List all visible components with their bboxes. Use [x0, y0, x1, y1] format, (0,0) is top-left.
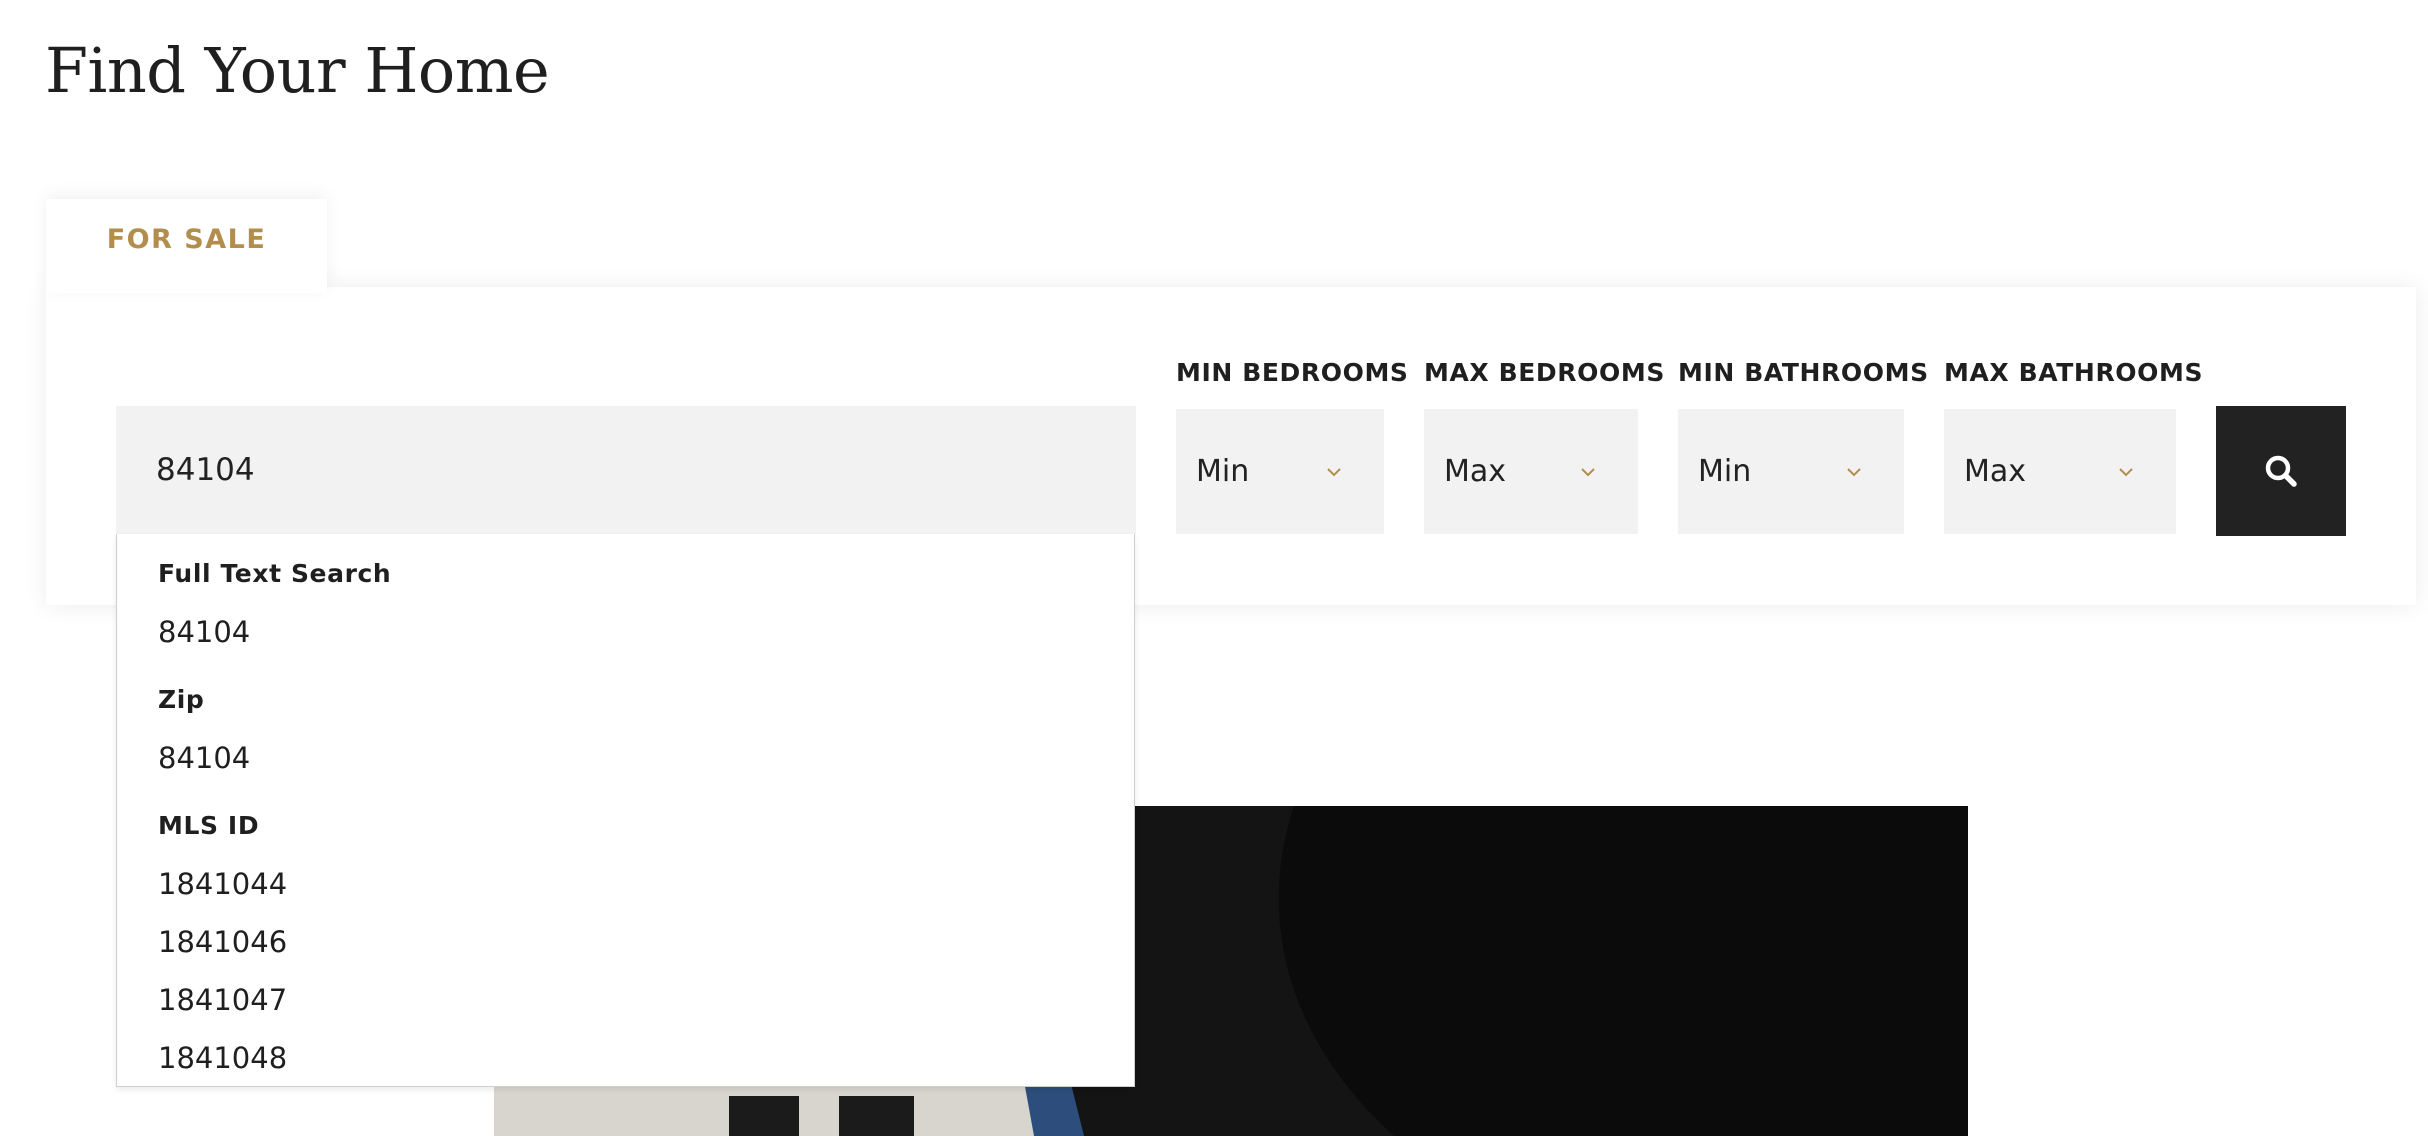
- suggestion-option[interactable]: 1841047: [158, 983, 287, 1017]
- min-bedrooms-value: Min: [1196, 454, 1250, 489]
- max-bathrooms-select[interactable]: Max: [1944, 409, 2176, 534]
- chevron-down-icon: [2118, 467, 2134, 477]
- suggestion-group-heading: Zip: [158, 685, 205, 714]
- suggestion-option[interactable]: 1841046: [158, 925, 287, 959]
- chevron-down-icon: [1580, 467, 1596, 477]
- search-button[interactable]: [2216, 406, 2346, 536]
- tab-for-sale-label: FOR SALE: [106, 223, 267, 255]
- max-bedrooms-value: Max: [1444, 454, 1507, 489]
- chevron-down-icon: [1846, 467, 1862, 477]
- page-title: Find Your Home: [45, 34, 550, 107]
- max-bedrooms-select[interactable]: Max: [1424, 409, 1638, 534]
- suggestions-dropdown: Full Text Search 84104 Zip 84104 MLS ID …: [116, 534, 1135, 1087]
- suggestion-option[interactable]: 1841044: [158, 867, 287, 901]
- suggestion-option[interactable]: 84104: [158, 741, 250, 775]
- min-bedrooms-label: MIN BEDROOMS: [1176, 358, 1409, 387]
- max-bathrooms-label: MAX BATHROOMS: [1944, 358, 2204, 387]
- suggestion-group-heading: Full Text Search: [158, 559, 392, 588]
- search-icon: [2265, 455, 2297, 487]
- suggestion-option[interactable]: 1841048: [158, 1041, 287, 1075]
- min-bathrooms-value: Min: [1698, 454, 1752, 489]
- search-input[interactable]: [116, 406, 1136, 534]
- tab-for-sale[interactable]: FOR SALE: [46, 199, 327, 293]
- max-bedrooms-label: MAX BEDROOMS: [1424, 358, 1665, 387]
- suggestion-option[interactable]: 84104: [158, 615, 250, 649]
- suggestion-group-heading: MLS ID: [158, 811, 260, 840]
- min-bathrooms-select[interactable]: Min: [1678, 409, 1904, 534]
- max-bathrooms-value: Max: [1964, 454, 2027, 489]
- min-bathrooms-label: MIN BATHROOMS: [1678, 358, 1929, 387]
- min-bedrooms-select[interactable]: Min: [1176, 409, 1384, 534]
- chevron-down-icon: [1326, 467, 1342, 477]
